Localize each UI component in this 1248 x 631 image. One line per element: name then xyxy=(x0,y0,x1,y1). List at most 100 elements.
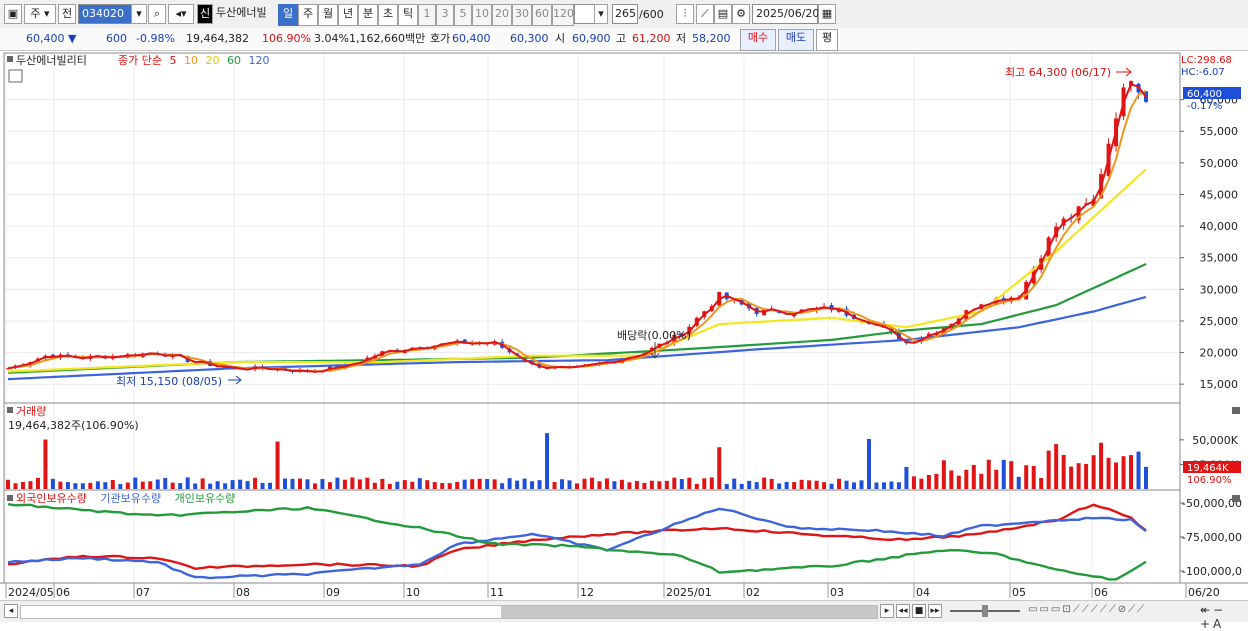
volume-bar xyxy=(223,483,228,489)
holdings-panel-close-icon[interactable] xyxy=(1232,495,1240,502)
candlestick-series xyxy=(6,80,1148,374)
volume-bar xyxy=(889,481,894,489)
custom-minute-dropdown-icon[interactable]: ▾ xyxy=(594,4,608,24)
panel-handle-icon[interactable] xyxy=(7,56,13,62)
volume-bar xyxy=(507,478,512,489)
window-menu-icon[interactable]: ▣ xyxy=(4,4,22,24)
tab-day[interactable]: 일 xyxy=(278,4,298,26)
volume-bar xyxy=(582,478,587,489)
candle-type-icon[interactable]: ⫶ xyxy=(676,4,694,24)
volume-bar xyxy=(679,479,684,489)
min-60[interactable]: 60 xyxy=(532,4,552,26)
volume-bar xyxy=(395,481,400,489)
volume-panel-handle-icon[interactable] xyxy=(7,407,13,413)
volume-bar xyxy=(200,478,205,489)
eval-button[interactable]: 평 xyxy=(816,29,838,51)
min-5[interactable]: 5 xyxy=(454,4,472,26)
volume-bar xyxy=(320,479,325,489)
price-tick-label: 30,000 xyxy=(1200,283,1239,296)
price-tick-label: 45,000 xyxy=(1200,188,1239,201)
volume-bar xyxy=(268,482,273,489)
volume-bar xyxy=(1061,454,1066,489)
bid-price: 60,300 xyxy=(510,32,549,45)
volume-bar xyxy=(305,479,310,489)
volume-bars xyxy=(6,433,1148,489)
rewind-icon[interactable]: ◂◂ xyxy=(896,604,910,618)
min-10[interactable]: 10 xyxy=(472,4,492,26)
volume-bar xyxy=(1114,462,1119,489)
table-toggle-icon[interactable] xyxy=(8,69,23,83)
ma5-line xyxy=(7,82,1147,373)
sell-button[interactable]: 매도 xyxy=(778,29,814,51)
volume-bar xyxy=(1106,457,1111,489)
save-icon[interactable]: ▤ xyxy=(714,4,732,24)
count-input[interactable]: 265 xyxy=(612,4,638,24)
time-tick-label: 2024/05 xyxy=(8,586,54,599)
turnover: 3.04% xyxy=(314,32,349,45)
draw-tool-icon[interactable]: ⟋ xyxy=(696,4,714,24)
volume-bar xyxy=(417,478,422,489)
volume-bar xyxy=(941,460,946,489)
scroll-thumb[interactable] xyxy=(501,606,877,618)
stop-icon[interactable]: ■ xyxy=(912,604,926,618)
volume-bar xyxy=(522,478,527,489)
price-value: 60,400 xyxy=(26,32,65,45)
volume-bar xyxy=(402,480,407,489)
stock-chart[interactable]: 60,00055,00050,00045,00040,00035,00030,0… xyxy=(0,50,1248,600)
scroll-right-icon[interactable]: ▸ xyxy=(880,604,894,618)
tab-week[interactable]: 주 xyxy=(298,4,318,26)
volume-bar xyxy=(58,481,63,489)
scroll-left-icon[interactable]: ◂ xyxy=(4,604,18,618)
volume-bar xyxy=(754,482,759,489)
min-3[interactable]: 3 xyxy=(436,4,454,26)
holdings-lines xyxy=(7,503,1147,581)
volume-bar xyxy=(28,481,33,489)
search-icon[interactable]: ⌕ xyxy=(148,4,166,24)
buy-button[interactable]: 매수 xyxy=(740,29,776,51)
price-tick-label: 25,000 xyxy=(1200,315,1239,328)
trade-amount: 1,162,660백만 xyxy=(349,32,426,45)
drawing-tools-icon[interactable]: ▭▭▭⊡⟋⟋⟋⟋⟋⊘⟋⟋ xyxy=(1028,604,1146,615)
tab-minute[interactable]: 분 xyxy=(358,4,378,26)
holdings-legend: 외국인보유수량 기관보유수량 개인보유수량 xyxy=(16,492,235,505)
holdings-panel-handle-icon[interactable] xyxy=(7,495,13,501)
volume-bar xyxy=(694,483,699,489)
tab-second[interactable]: 초 xyxy=(378,4,398,26)
volume-panel-close-icon[interactable] xyxy=(1232,407,1240,414)
ma20-line xyxy=(7,168,1147,373)
forward-icon[interactable]: ▸▸ xyxy=(928,604,942,618)
date-input[interactable]: 2025/06/20 xyxy=(752,4,819,24)
price-tick-label: 15,000 xyxy=(1200,378,1239,391)
tab-tick[interactable]: 틱 xyxy=(398,4,418,26)
speaker-icon[interactable]: ◂▾ xyxy=(168,4,194,24)
volume-bar xyxy=(357,479,362,489)
volume-bar xyxy=(792,482,797,489)
volume-bar xyxy=(537,480,542,489)
zoom-slider-handle[interactable] xyxy=(982,605,988,617)
open-price: 60,900 xyxy=(572,32,611,45)
volume-bar xyxy=(911,476,916,489)
min-20[interactable]: 20 xyxy=(492,4,512,26)
time-tick-label: 12 xyxy=(580,586,594,599)
quote-bar: 60,400 ▼ 600 -0.98% 19,464,382 106.90% 3… xyxy=(0,28,1248,51)
volume-bar xyxy=(118,484,123,489)
tab-year[interactable]: 년 xyxy=(338,4,358,26)
code-dropdown-icon[interactable]: ▾ xyxy=(131,4,147,24)
low-price: 58,200 xyxy=(692,32,731,45)
tab-month[interactable]: 월 xyxy=(318,4,338,26)
zoom-controls-icon[interactable]: ↞−+A xyxy=(1200,603,1248,631)
volume-bar xyxy=(919,478,924,489)
min-1[interactable]: 1 xyxy=(418,4,436,26)
market-select[interactable]: 주 ▾ xyxy=(24,4,56,24)
scroll-track[interactable] xyxy=(20,605,878,619)
prev-button[interactable]: 전 xyxy=(58,4,76,24)
price-tick-label: 35,000 xyxy=(1200,252,1239,265)
moving-averages xyxy=(7,82,1147,381)
volume-bar xyxy=(470,479,475,489)
calendar-icon[interactable]: ▦ xyxy=(818,4,836,24)
volume-bar xyxy=(717,447,722,489)
gear-icon[interactable]: ⚙ xyxy=(732,4,750,24)
min-30[interactable]: 30 xyxy=(512,4,532,26)
min-120[interactable]: 120 xyxy=(552,4,574,26)
volume-bar xyxy=(95,481,100,489)
